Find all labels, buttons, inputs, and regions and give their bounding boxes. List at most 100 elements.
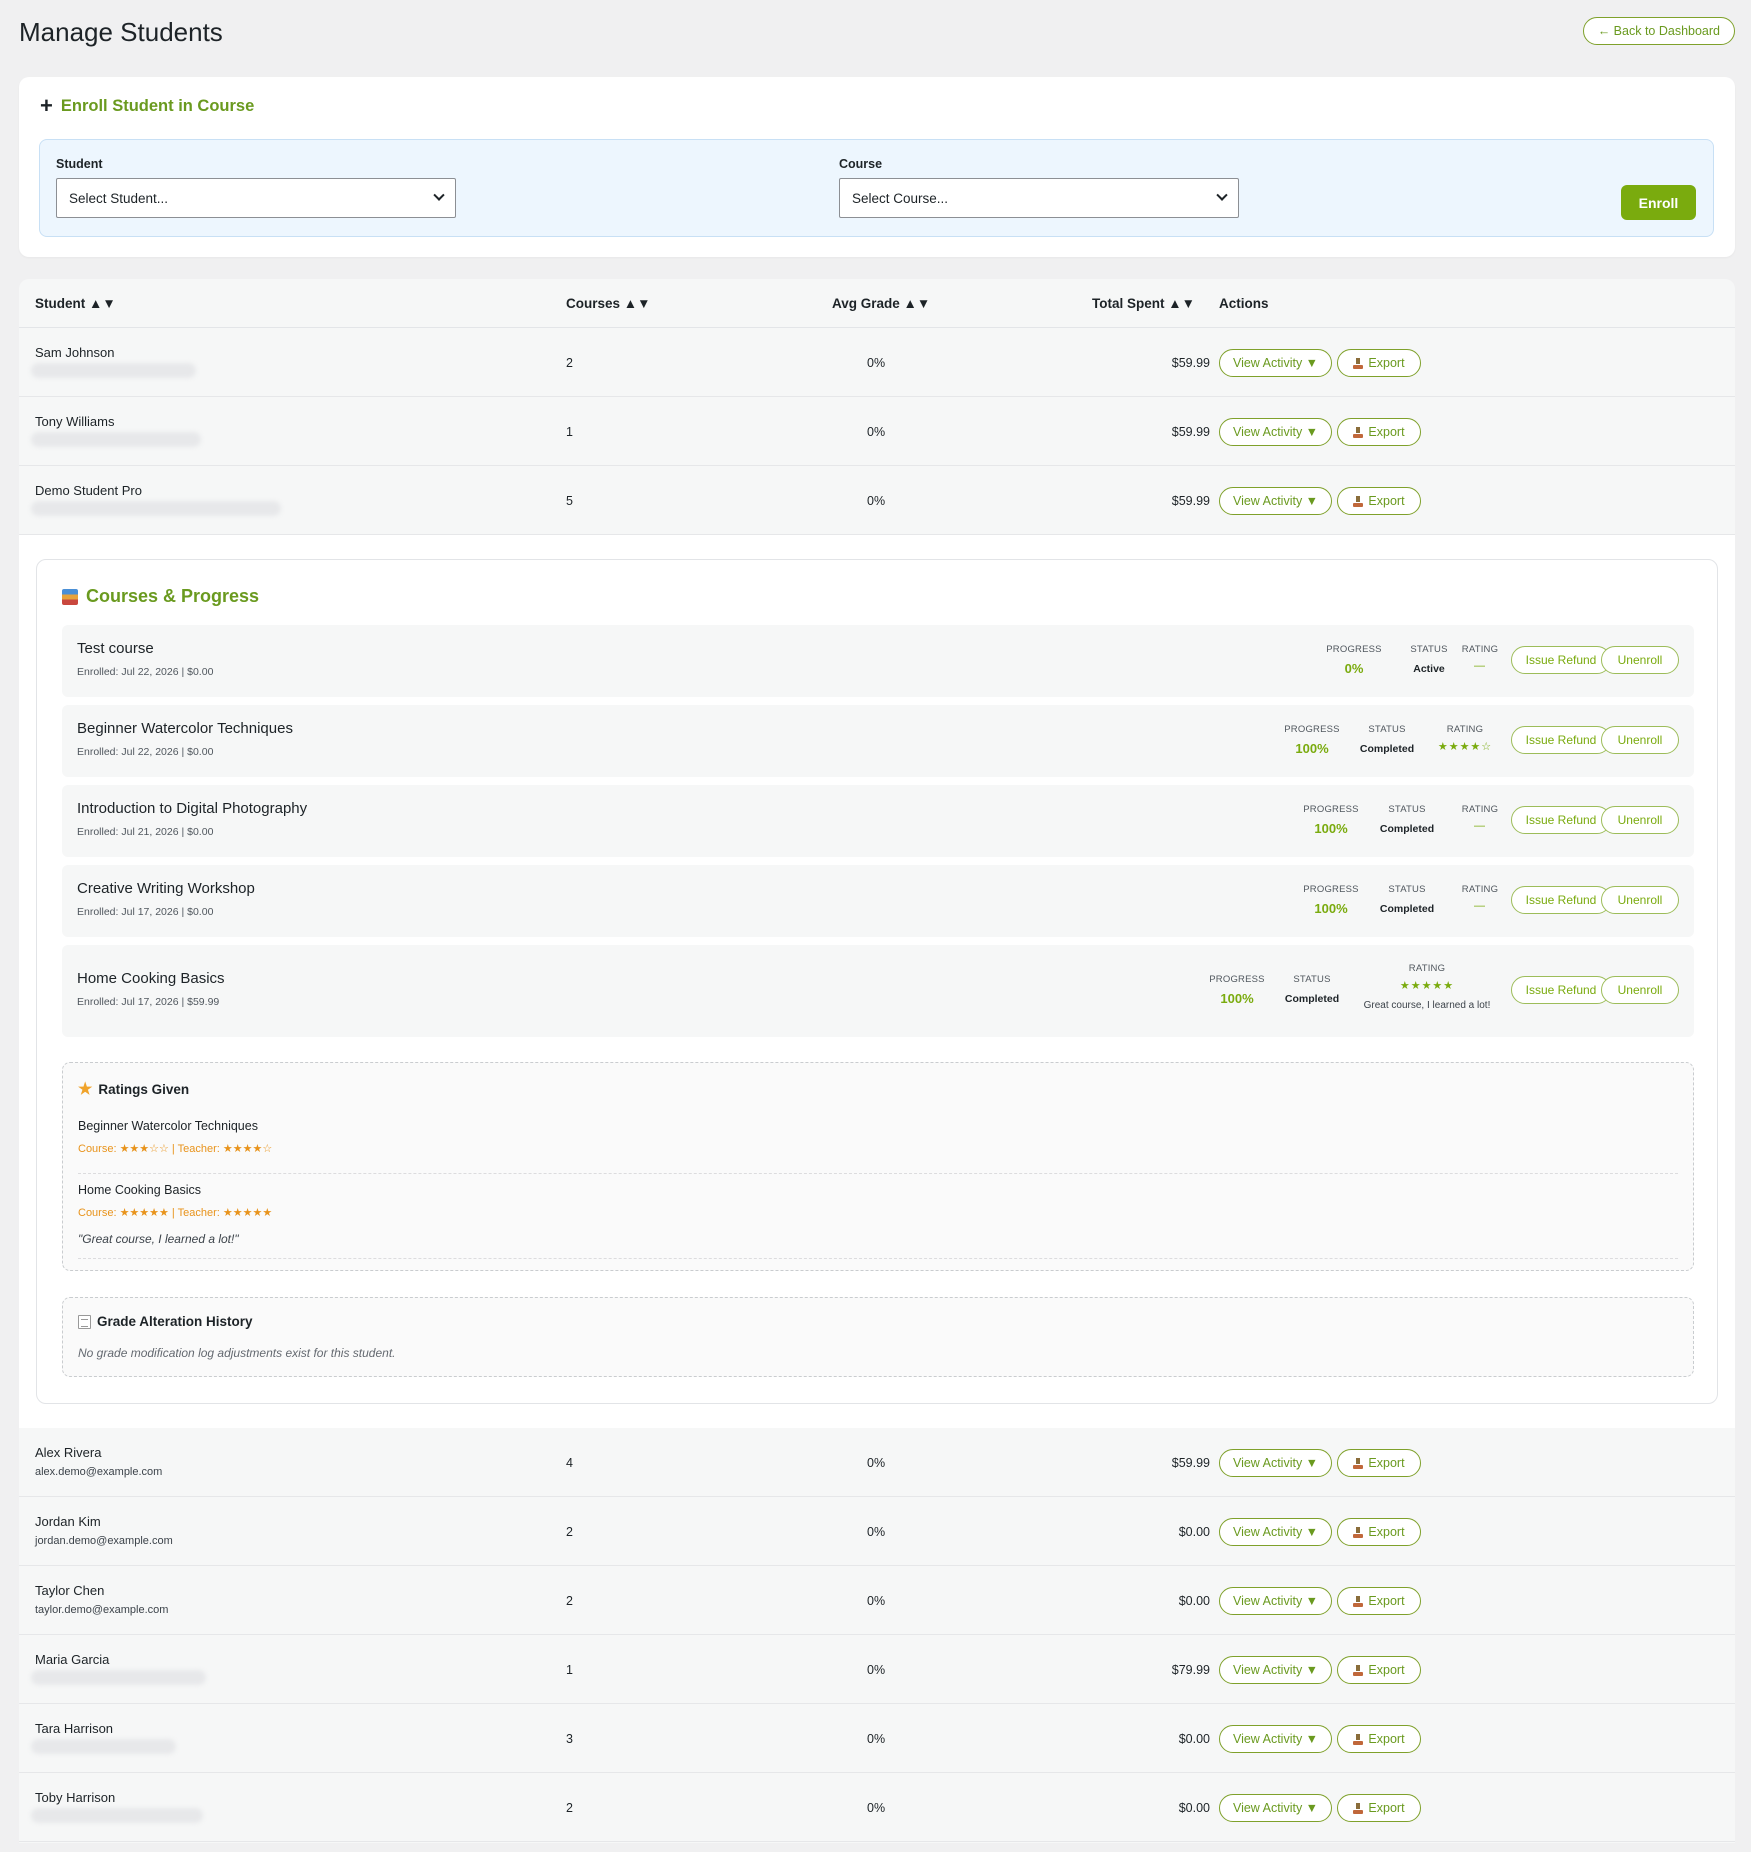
ratings-given-title: ★ Ratings Given bbox=[78, 1079, 189, 1099]
student-courses: 2 bbox=[566, 356, 573, 370]
header-avg-grade[interactable]: Avg Grade ▲▼ bbox=[832, 296, 930, 311]
view-activity-button[interactable]: View Activity ▼ bbox=[1219, 1518, 1332, 1546]
table-header: Student ▲▼ Courses ▲▼ Avg Grade ▲▼ Total… bbox=[19, 279, 1735, 328]
view-activity-button[interactable]: View Activity ▼ bbox=[1219, 487, 1332, 515]
student-courses: 5 bbox=[566, 494, 573, 508]
issue-refund-button[interactable]: Issue Refund bbox=[1511, 976, 1611, 1004]
course-status: STATUS Completed bbox=[1372, 804, 1442, 835]
header-student[interactable]: Student ▲▼ bbox=[35, 296, 116, 311]
student-total-spent: $59.99 bbox=[1171, 494, 1210, 508]
export-button[interactable]: Export bbox=[1337, 418, 1421, 446]
progress-value: 100% bbox=[1220, 991, 1254, 1006]
issue-refund-button[interactable]: Issue Refund bbox=[1511, 886, 1611, 914]
rating-label: RATING bbox=[1408, 963, 1446, 974]
issue-refund-button[interactable]: Issue Refund bbox=[1511, 646, 1611, 674]
status-label: STATUS bbox=[1410, 644, 1448, 655]
enroll-button[interactable]: Enroll bbox=[1621, 185, 1696, 220]
export-label: Export bbox=[1368, 1732, 1405, 1746]
student-select[interactable]: Select Student... bbox=[56, 178, 456, 218]
export-button[interactable]: Export bbox=[1337, 1725, 1421, 1753]
table-row: Jordan Kim jordan.demo@example.com 2 0% … bbox=[19, 1497, 1735, 1566]
header-courses[interactable]: Courses ▲▼ bbox=[566, 296, 651, 311]
issue-refund-button[interactable]: Issue Refund bbox=[1511, 806, 1611, 834]
export-label: Export bbox=[1368, 1594, 1405, 1608]
course-select[interactable]: Select Course... bbox=[839, 178, 1239, 218]
student-avg-grade: 0% bbox=[867, 1663, 886, 1677]
status-label: STATUS bbox=[1293, 974, 1331, 985]
student-avg-grade: 0% bbox=[867, 1456, 886, 1470]
enroll-card: + Enroll Student in Course Student Selec… bbox=[19, 77, 1735, 257]
view-activity-button[interactable]: View Activity ▼ bbox=[1219, 1794, 1332, 1822]
rating-comment: Great course, I learned a lot! bbox=[1363, 1000, 1491, 1011]
rating-course-name: Home Cooking Basics bbox=[78, 1183, 201, 1197]
unenroll-button[interactable]: Unenroll bbox=[1601, 976, 1679, 1004]
enroll-title-text: Enroll Student in Course bbox=[60, 96, 255, 115]
student-name: Alex Rivera bbox=[35, 1445, 102, 1460]
students-table: Student ▲▼ Courses ▲▼ Avg Grade ▲▼ Total… bbox=[19, 279, 1735, 1843]
course-meta: Enrolled: Jul 17, 2026 | $0.00 bbox=[77, 906, 214, 918]
export-label: Export bbox=[1368, 1801, 1405, 1815]
student-field: Student Select Student... bbox=[56, 157, 456, 218]
export-button[interactable]: Export bbox=[1337, 1587, 1421, 1615]
view-activity-button[interactable]: View Activity ▼ bbox=[1219, 1587, 1332, 1615]
table-row: Taylor Chen taylor.demo@example.com 2 0%… bbox=[19, 1566, 1735, 1635]
course-rating: RATING — bbox=[1459, 804, 1501, 832]
export-button[interactable]: Export bbox=[1337, 1518, 1421, 1546]
table-row: Demo Student Pro 5 0% $59.99 View Activi… bbox=[19, 466, 1735, 535]
rating-stars: Course: ★★★★★ | Teacher: ★★★★★ bbox=[78, 1207, 273, 1219]
export-label: Export bbox=[1368, 1525, 1405, 1539]
student-courses: 1 bbox=[566, 1663, 573, 1677]
view-activity-button[interactable]: View Activity ▼ bbox=[1219, 1449, 1332, 1477]
course-card: Beginner Watercolor Techniques Enrolled:… bbox=[62, 705, 1694, 777]
table-row: Alex Rivera alex.demo@example.com 4 0% $… bbox=[19, 1428, 1735, 1497]
rating-value: ★★★★☆ bbox=[1437, 741, 1493, 753]
view-activity-button[interactable]: View Activity ▼ bbox=[1219, 1725, 1332, 1753]
course-card: Creative Writing Workshop Enrolled: Jul … bbox=[62, 865, 1694, 937]
student-name: Jordan Kim bbox=[35, 1514, 101, 1529]
email-redacted bbox=[31, 363, 196, 378]
unenroll-button[interactable]: Unenroll bbox=[1601, 806, 1679, 834]
table-row: Tara Harrison 3 0% $0.00 View Activity ▼… bbox=[19, 1704, 1735, 1773]
unenroll-button[interactable]: Unenroll bbox=[1601, 646, 1679, 674]
rating-stars: Course: ★★★☆☆ | Teacher: ★★★★☆ bbox=[78, 1143, 273, 1155]
course-card: Introduction to Digital Photography Enro… bbox=[62, 785, 1694, 857]
export-button[interactable]: Export bbox=[1337, 1449, 1421, 1477]
student-total-spent: $59.99 bbox=[1171, 1456, 1210, 1470]
unenroll-button[interactable]: Unenroll bbox=[1601, 886, 1679, 914]
export-label: Export bbox=[1368, 356, 1405, 370]
student-name: Demo Student Pro bbox=[35, 483, 142, 498]
student-avg-grade: 0% bbox=[867, 1594, 886, 1608]
student-courses: 2 bbox=[566, 1801, 573, 1815]
export-label: Export bbox=[1368, 1456, 1405, 1470]
rating-course-name: Beginner Watercolor Techniques bbox=[78, 1119, 258, 1133]
export-button[interactable]: Export bbox=[1337, 349, 1421, 377]
student-email: jordan.demo@example.com bbox=[35, 1535, 173, 1547]
unenroll-button[interactable]: Unenroll bbox=[1601, 726, 1679, 754]
view-activity-button[interactable]: View Activity ▼ bbox=[1219, 418, 1332, 446]
header-total-spent[interactable]: Total Spent ▲▼ bbox=[1092, 296, 1195, 311]
issue-refund-button[interactable]: Issue Refund bbox=[1511, 726, 1611, 754]
course-status: STATUS Completed bbox=[1352, 724, 1422, 755]
course-progress: PROGRESS 0% bbox=[1324, 644, 1384, 676]
course-card: Home Cooking Basics Enrolled: Jul 17, 20… bbox=[62, 945, 1694, 1037]
student-activity-expanded: Courses & Progress Test course Enrolled:… bbox=[19, 535, 1735, 1428]
view-activity-button[interactable]: View Activity ▼ bbox=[1219, 349, 1332, 377]
grade-history-empty: No grade modification log adjustments ex… bbox=[78, 1346, 396, 1360]
export-button[interactable]: Export bbox=[1337, 1656, 1421, 1684]
view-activity-button[interactable]: View Activity ▼ bbox=[1219, 1656, 1332, 1684]
student-avg-grade: 0% bbox=[867, 1525, 886, 1539]
student-total-spent: $59.99 bbox=[1171, 425, 1210, 439]
back-to-dashboard-button[interactable]: ← Back to Dashboard bbox=[1582, 17, 1735, 45]
rating-value: — bbox=[1474, 900, 1486, 912]
progress-label: PROGRESS bbox=[1303, 884, 1359, 895]
courses-progress-title-text: Courses & Progress bbox=[86, 586, 260, 606]
export-button[interactable]: Export bbox=[1337, 487, 1421, 515]
rating-label: RATING bbox=[1461, 644, 1499, 655]
books-icon bbox=[62, 588, 78, 605]
course-name: Beginner Watercolor Techniques bbox=[77, 720, 293, 737]
course-rating: RATING ★★★★★ Great course, I learned a l… bbox=[1352, 963, 1502, 1011]
export-icon bbox=[1353, 426, 1364, 438]
export-button[interactable]: Export bbox=[1337, 1794, 1421, 1822]
rating-value: — bbox=[1474, 820, 1486, 832]
course-rating: RATING — bbox=[1459, 644, 1501, 672]
